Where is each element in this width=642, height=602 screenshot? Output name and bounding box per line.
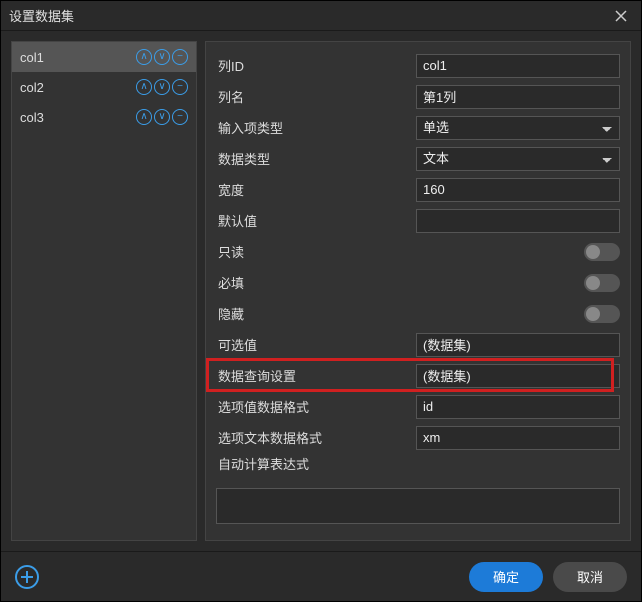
label-auto-calc-expr: 自动计算表达式 <box>216 454 416 473</box>
select-data-type[interactable]: 文本 <box>416 147 620 171</box>
label-required: 必填 <box>216 273 416 292</box>
remove-icon[interactable]: − <box>172 79 188 95</box>
input-option-text-fmt[interactable] <box>416 426 620 450</box>
row-query-settings: 数据查询设置 (数据集) <box>216 360 620 391</box>
input-query-settings[interactable]: (数据集) <box>416 364 620 388</box>
input-default-value[interactable] <box>416 209 620 233</box>
input-col-name[interactable] <box>416 85 620 109</box>
row-data-type: 数据类型 文本 <box>216 143 620 174</box>
row-col-id: 列ID <box>216 50 620 81</box>
toggle-hidden[interactable] <box>584 305 620 323</box>
titlebar: 设置数据集 <box>1 1 641 31</box>
label-query-settings: 数据查询设置 <box>216 366 416 385</box>
move-up-icon[interactable]: ∧ <box>136 79 152 95</box>
row-default-value: 默认值 <box>216 205 620 236</box>
column-actions: ∧ ∨ − <box>136 79 188 95</box>
move-up-icon[interactable]: ∧ <box>136 109 152 125</box>
close-icon <box>615 10 627 22</box>
input-col-id[interactable] <box>416 54 620 78</box>
row-auto-calc-expr: 自动计算表达式 <box>216 453 620 484</box>
column-item-col1[interactable]: col1 ∧ ∨ − <box>12 42 196 72</box>
add-column-button[interactable] <box>15 565 39 589</box>
row-option-value-fmt: 选项值数据格式 <box>216 391 620 422</box>
form-panel: 列ID 列名 输入项类型 单选 数据类型 文本 宽度 默认值 <box>205 41 631 541</box>
column-actions: ∧ ∨ − <box>136 49 188 65</box>
column-list: col1 ∧ ∨ − col2 ∧ ∨ − col3 ∧ ∨ <box>11 41 197 541</box>
column-actions: ∧ ∨ − <box>136 109 188 125</box>
dialog-title: 设置数据集 <box>9 6 609 25</box>
label-default-value: 默认值 <box>216 211 416 230</box>
move-down-icon[interactable]: ∨ <box>154 49 170 65</box>
cancel-button[interactable]: 取消 <box>553 562 627 592</box>
remove-icon[interactable]: − <box>172 49 188 65</box>
toggle-readonly[interactable] <box>584 243 620 261</box>
label-hidden: 隐藏 <box>216 304 416 323</box>
row-input-type: 输入项类型 单选 <box>216 112 620 143</box>
select-input-type[interactable]: 单选 <box>416 116 620 140</box>
column-name: col3 <box>20 110 136 125</box>
column-name: col1 <box>20 50 136 65</box>
dialog: 设置数据集 col1 ∧ ∨ − col2 ∧ ∨ − <box>0 0 642 602</box>
close-button[interactable] <box>609 4 633 28</box>
row-width: 宽度 <box>216 174 620 205</box>
toggle-required[interactable] <box>584 274 620 292</box>
ok-button[interactable]: 确定 <box>469 562 543 592</box>
label-input-type: 输入项类型 <box>216 118 416 137</box>
input-width[interactable] <box>416 178 620 202</box>
input-auto-calc-expr[interactable] <box>216 488 620 524</box>
row-option-text-fmt: 选项文本数据格式 <box>216 422 620 453</box>
label-data-type: 数据类型 <box>216 149 416 168</box>
remove-icon[interactable]: − <box>172 109 188 125</box>
move-down-icon[interactable]: ∨ <box>154 109 170 125</box>
column-item-col2[interactable]: col2 ∧ ∨ − <box>12 72 196 102</box>
input-options[interactable]: (数据集) <box>416 333 620 357</box>
row-col-name: 列名 <box>216 81 620 112</box>
row-readonly: 只读 <box>216 236 620 267</box>
row-hidden: 隐藏 <box>216 298 620 329</box>
label-col-name: 列名 <box>216 87 416 106</box>
label-col-id: 列ID <box>216 56 416 75</box>
column-name: col2 <box>20 80 136 95</box>
column-item-col3[interactable]: col3 ∧ ∨ − <box>12 102 196 132</box>
plus-icon <box>20 570 34 584</box>
move-up-icon[interactable]: ∧ <box>136 49 152 65</box>
move-down-icon[interactable]: ∨ <box>154 79 170 95</box>
label-option-value-fmt: 选项值数据格式 <box>216 397 416 416</box>
input-option-value-fmt[interactable] <box>416 395 620 419</box>
label-options: 可选值 <box>216 335 416 354</box>
dialog-body: col1 ∧ ∨ − col2 ∧ ∨ − col3 ∧ ∨ <box>1 31 641 551</box>
label-width: 宽度 <box>216 180 416 199</box>
row-required: 必填 <box>216 267 620 298</box>
dialog-footer: 确定 取消 <box>1 551 641 601</box>
label-readonly: 只读 <box>216 242 416 261</box>
row-options: 可选值 (数据集) <box>216 329 620 360</box>
label-option-text-fmt: 选项文本数据格式 <box>216 428 416 447</box>
